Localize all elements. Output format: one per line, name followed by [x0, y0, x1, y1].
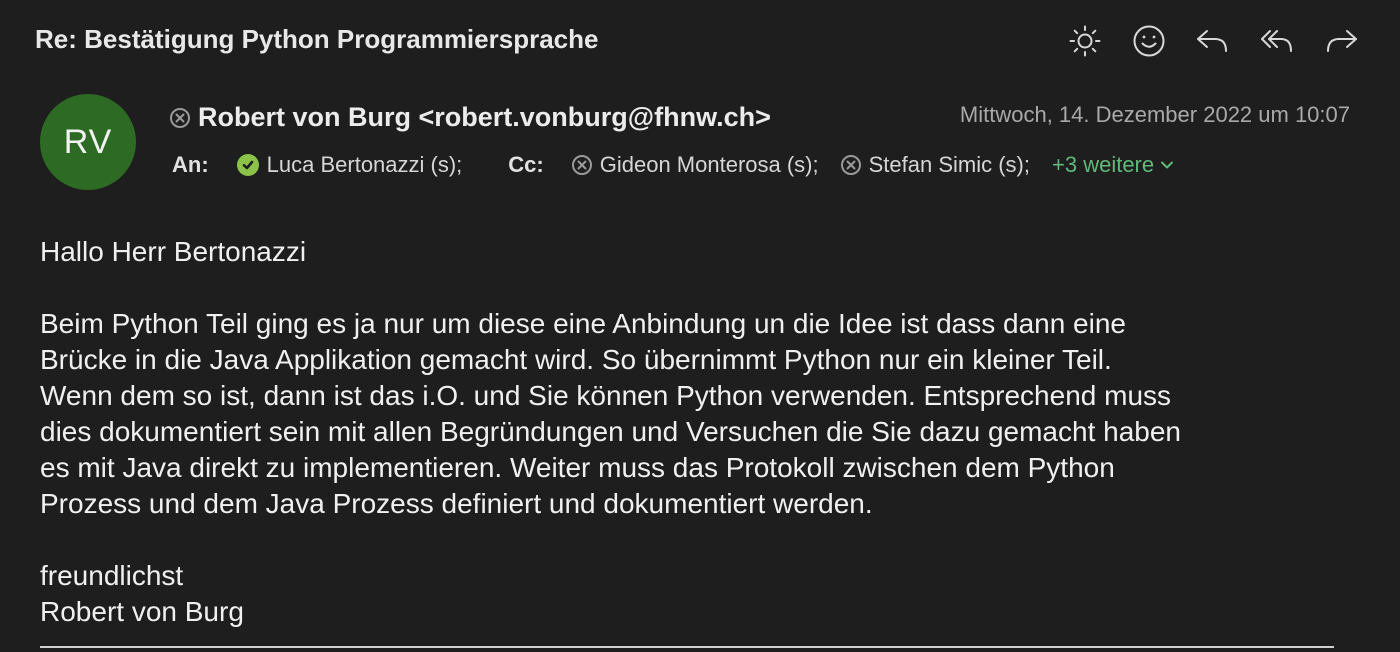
sender-name[interactable]: Robert von Burg <robert.vonburg@fhnw.ch>	[198, 102, 771, 133]
recipient-cc[interactable]: Stefan Simic (s);	[840, 152, 1030, 178]
body-line: dies dokumentiert sein mit allen Begründ…	[40, 416, 1181, 447]
recipient-name: Stefan Simic (s);	[868, 152, 1030, 177]
more-recipients-label: +3 weitere	[1052, 152, 1155, 177]
quote-divider	[40, 646, 1334, 648]
sender-header: Robert von Burg <robert.vonburg@fhnw.ch>	[170, 102, 771, 133]
reply-all-button[interactable]	[1258, 22, 1296, 60]
reply-all-icon	[1261, 30, 1292, 52]
unverified-x-icon	[840, 155, 861, 175]
reply-icon	[1197, 30, 1227, 52]
body-line: Prozess und dem Java Prozess definiert u…	[40, 488, 873, 519]
cc-label: Cc:	[508, 152, 544, 177]
recipients-line: An: Luca Bertonazzi (s); Cc: Gideon Mont…	[172, 152, 1174, 178]
body-closing: freundlichst	[40, 560, 184, 591]
to-label: An:	[172, 152, 209, 177]
emoji-reaction-button[interactable]	[1130, 22, 1168, 60]
recipient-name: Gideon Monterosa (s);	[599, 152, 819, 177]
mail-message-view: Re: Bestätigung Python Programmiersprach…	[0, 0, 1400, 652]
forward-icon	[1327, 30, 1357, 52]
unverified-x-icon	[571, 155, 592, 175]
unverified-x-icon	[170, 107, 190, 128]
body-signature: Robert von Burg	[40, 596, 244, 627]
verified-check-icon	[236, 154, 259, 176]
message-subject: Re: Bestätigung Python Programmiersprach…	[35, 24, 599, 54]
body-line: Brücke in die Java Applikation gemacht w…	[40, 344, 1112, 375]
forward-button[interactable]	[1322, 22, 1360, 60]
chevron-down-icon	[1161, 161, 1174, 169]
emoji-reaction-icon	[1133, 25, 1165, 57]
message-toolbar	[1066, 22, 1360, 60]
recipient-to[interactable]: Luca Bertonazzi (s);	[236, 152, 463, 178]
sender-avatar: RV	[40, 94, 136, 190]
body-line: es mit Java direkt zu implementieren. We…	[40, 452, 1115, 483]
body-line: Wenn dem so ist, dann ist das i.O. und S…	[40, 380, 1172, 411]
body-line: Beim Python Teil ging es ja nur um diese…	[40, 308, 1126, 339]
more-recipients-toggle[interactable]: +3 weitere	[1052, 152, 1174, 178]
message-date: Mittwoch, 14. Dezember 2022 um 10:07	[959, 102, 1350, 127]
brightness-icon	[1069, 25, 1101, 57]
recipient-cc[interactable]: Gideon Monterosa (s);	[571, 152, 819, 178]
brightness-button[interactable]	[1066, 22, 1104, 60]
recipient-name: Luca Bertonazzi (s);	[266, 152, 463, 177]
reply-button[interactable]	[1194, 22, 1232, 60]
body-greeting: Hallo Herr Bertonazzi	[40, 236, 307, 267]
message-body: Hallo Herr Bertonazzi Beim Python Teil g…	[40, 234, 1370, 630]
